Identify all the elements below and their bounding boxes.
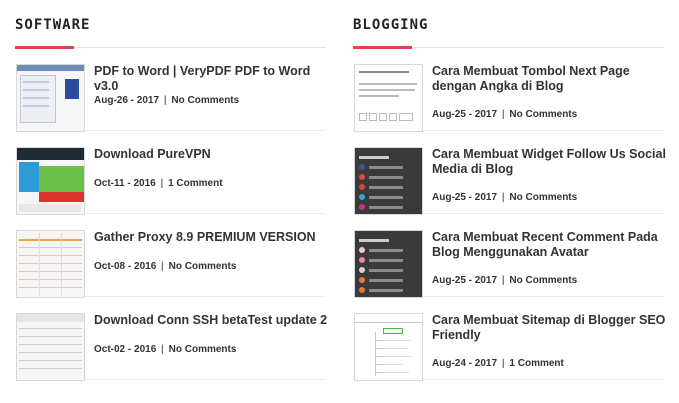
meta-separator: | <box>501 192 505 203</box>
section-title[interactable]: SOFTWARE <box>15 17 90 33</box>
meta-separator: | <box>501 358 505 369</box>
post-thumbnail[interactable] <box>354 313 423 381</box>
post-title-link[interactable]: Gather Proxy 8.9 PREMIUM VERSION <box>94 230 329 245</box>
post-comments-link[interactable]: 1 Comment <box>509 358 563 369</box>
post-comments-link[interactable]: No Comments <box>169 261 237 272</box>
meta-separator: | <box>501 275 505 286</box>
post-date: Aug-24 - 2017 <box>432 358 498 369</box>
post-meta: Oct-11 - 2016 | 1 Comment <box>94 178 223 189</box>
post-comments-link[interactable]: 1 Comment <box>168 178 222 189</box>
post-date: Aug-26 - 2017 <box>94 95 160 106</box>
post-title-link[interactable]: Cara Membuat Sitemap di Blogger SEO Frie… <box>432 313 667 343</box>
section-header: BLOGGING <box>353 0 664 49</box>
post-meta: Aug-25 - 2017 | No Comments <box>432 109 577 120</box>
post-date: Oct-11 - 2016 <box>94 178 156 189</box>
post-meta: Oct-08 - 2016 | No Comments <box>94 261 236 272</box>
section-header: SOFTWARE <box>15 0 326 49</box>
post-thumbnail[interactable] <box>16 313 85 381</box>
post-comments-link[interactable]: No Comments <box>509 275 577 286</box>
post-thumbnail[interactable] <box>16 230 85 298</box>
post-date: Oct-08 - 2016 <box>94 261 157 272</box>
post-comments-link[interactable]: No Comments <box>509 192 577 203</box>
post-thumbnail[interactable] <box>16 64 85 132</box>
post-thumbnail[interactable] <box>354 64 423 132</box>
post-meta: Aug-26 - 2017 | No Comments <box>94 95 239 106</box>
post-date: Aug-25 - 2017 <box>432 109 498 120</box>
post-date: Aug-25 - 2017 <box>432 275 498 286</box>
post-meta: Oct-02 - 2016 | No Comments <box>94 344 236 355</box>
post-meta: Aug-25 - 2017 | No Comments <box>432 192 577 203</box>
meta-separator: | <box>161 261 164 272</box>
post-date: Aug-25 - 2017 <box>432 192 498 203</box>
blogging-section: BLOGGING Cara Membuat Tombol Next Page d… <box>353 0 667 381</box>
post-item: Cara Membuat Widget Follow Us Social Med… <box>353 131 667 215</box>
post-item: Cara Membuat Sitemap di Blogger SEO Frie… <box>353 297 667 381</box>
post-comments-link[interactable]: No Comments <box>171 95 239 106</box>
post-date: Oct-02 - 2016 <box>94 344 157 355</box>
meta-separator: | <box>160 178 164 189</box>
post-item: Cara Membuat Tombol Next Page dengan Ang… <box>353 48 667 132</box>
post-item: Download Conn SSH betaTest update 2 Oct-… <box>15 297 329 381</box>
post-meta: Aug-24 - 2017 | 1 Comment <box>432 358 564 369</box>
meta-separator: | <box>161 344 164 355</box>
meta-separator: | <box>501 109 505 120</box>
post-thumbnail[interactable] <box>354 230 423 298</box>
post-item: Cara Membuat Recent Comment Pada Blog Me… <box>353 214 667 298</box>
post-title-link[interactable]: Download Conn SSH betaTest update 2 <box>94 313 329 328</box>
post-item: PDF to Word | VeryPDF PDF to Word v3.0 A… <box>15 48 329 132</box>
post-title-link[interactable]: Cara Membuat Widget Follow Us Social Med… <box>432 147 667 177</box>
post-title-link[interactable]: Cara Membuat Recent Comment Pada Blog Me… <box>432 230 667 260</box>
post-item: Download PureVPN Oct-11 - 2016 | 1 Comme… <box>15 131 329 215</box>
software-section: SOFTWARE PDF to Word | VeryPDF PDF to Wo… <box>15 0 329 381</box>
post-meta: Aug-25 - 2017 | No Comments <box>432 275 577 286</box>
section-title[interactable]: BLOGGING <box>353 17 428 33</box>
post-title-link[interactable]: Download PureVPN <box>94 147 329 162</box>
post-thumbnail[interactable] <box>16 147 85 215</box>
post-thumbnail[interactable] <box>354 147 423 215</box>
post-comments-link[interactable]: No Comments <box>169 344 237 355</box>
post-title-link[interactable]: Cara Membuat Tombol Next Page dengan Ang… <box>432 64 667 94</box>
meta-separator: | <box>163 95 167 106</box>
post-item: Gather Proxy 8.9 PREMIUM VERSION Oct-08 … <box>15 214 329 298</box>
post-comments-link[interactable]: No Comments <box>509 109 577 120</box>
post-title-link[interactable]: PDF to Word | VeryPDF PDF to Word v3.0 <box>94 64 329 94</box>
